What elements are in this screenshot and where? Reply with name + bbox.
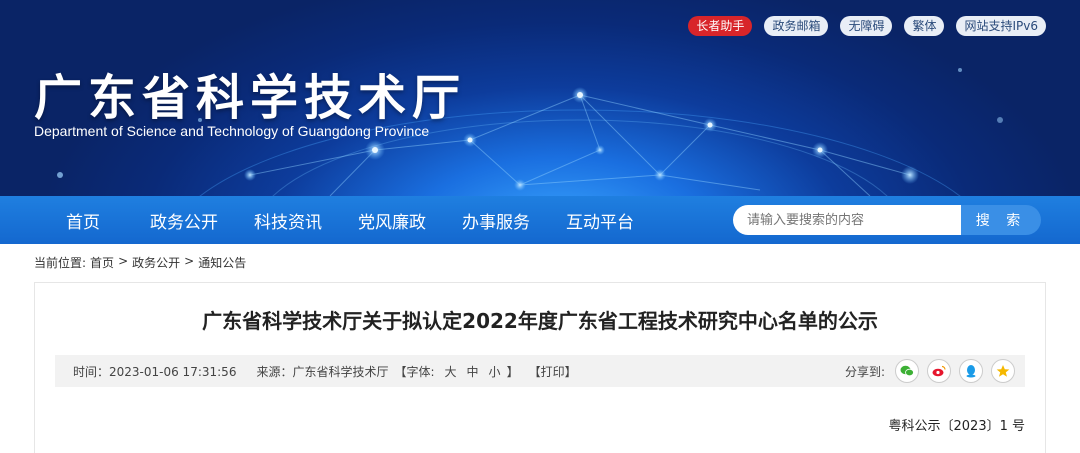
nav-item-services[interactable]: 办事服务 — [462, 208, 530, 233]
article-source: 来源：广东省科学技术厅 — [256, 364, 389, 379]
font-size-large[interactable]: 大 — [445, 363, 457, 380]
print-link[interactable]: 【打印】 — [529, 363, 577, 380]
share-label: 分享到: — [844, 364, 885, 379]
top-toolbar: 长者助手 政务邮箱 无障碍 繁体 网站支持IPv6 — [688, 16, 1046, 36]
qzone-icon[interactable] — [991, 359, 1015, 383]
document-number: 粤科公示〔2023〕1 号 — [888, 419, 1026, 434]
gov-mailbox-button[interactable]: 政务邮箱 — [764, 16, 829, 36]
site-title: 广东省科学技术厅 — [34, 70, 467, 126]
share-group: 分享到: — [845, 359, 1015, 383]
font-size-medium[interactable]: 中 — [467, 363, 479, 380]
font-size-small[interactable]: 小 — [489, 363, 501, 380]
search-box: 搜 索 — [733, 205, 1041, 235]
search-button[interactable]: 搜 索 — [961, 205, 1041, 235]
weibo-icon[interactable] — [927, 359, 951, 383]
breadcrumb: 当前位置: 首页 > 政务公开 > 通知公告 — [34, 254, 246, 271]
site-banner: 广东省科学技术厅 Department of Science and Techn… — [0, 0, 1080, 196]
elderly-assist-button[interactable]: 长者助手 — [688, 16, 753, 36]
ipv6-support-badge: 网站支持IPv6 — [956, 16, 1046, 36]
nav-item-interaction[interactable]: 互动平台 — [566, 208, 634, 233]
site-subtitle: Department of Science and Technology of … — [34, 123, 430, 139]
breadcrumb-label: 当前位置: — [34, 256, 87, 270]
main-nav: 首页 政务公开 科技资讯 党风廉政 办事服务 互动平台 搜 索 — [0, 196, 1080, 244]
nav-item-home[interactable]: 首页 — [66, 208, 100, 233]
breadcrumb-notices[interactable]: 通知公告 — [198, 254, 246, 271]
breadcrumb-separator: > — [118, 254, 129, 268]
nav-item-party-integrity[interactable]: 党风廉政 — [358, 208, 426, 233]
wechat-icon[interactable] — [895, 359, 919, 383]
font-size-label: 【字体: — [394, 364, 435, 379]
breadcrumb-separator: > — [184, 254, 195, 268]
breadcrumb-gov-affairs[interactable]: 政务公开 — [132, 254, 180, 271]
breadcrumb-home[interactable]: 首页 — [90, 254, 114, 271]
article-meta-bar: 时间：2023-01-06 17:31:56 来源：广东省科学技术厅 【字体: … — [55, 355, 1025, 387]
accessibility-button[interactable]: 无障碍 — [840, 16, 893, 36]
qq-icon[interactable] — [959, 359, 983, 383]
font-size-close: 】 — [506, 364, 519, 379]
publish-time: 时间：2023-01-06 17:31:56 — [73, 364, 237, 379]
nav-item-gov-affairs[interactable]: 政务公开 — [150, 208, 218, 233]
article-title: 广东省科学技术厅关于拟认定2022年度广东省工程技术研究中心名单的公示 — [202, 309, 878, 333]
article-panel: 广东省科学技术厅关于拟认定2022年度广东省工程技术研究中心名单的公示 时间：2… — [34, 282, 1046, 453]
search-input[interactable] — [733, 205, 961, 235]
traditional-chinese-button[interactable]: 繁体 — [904, 16, 945, 36]
nav-item-tech-news[interactable]: 科技资讯 — [254, 208, 322, 233]
